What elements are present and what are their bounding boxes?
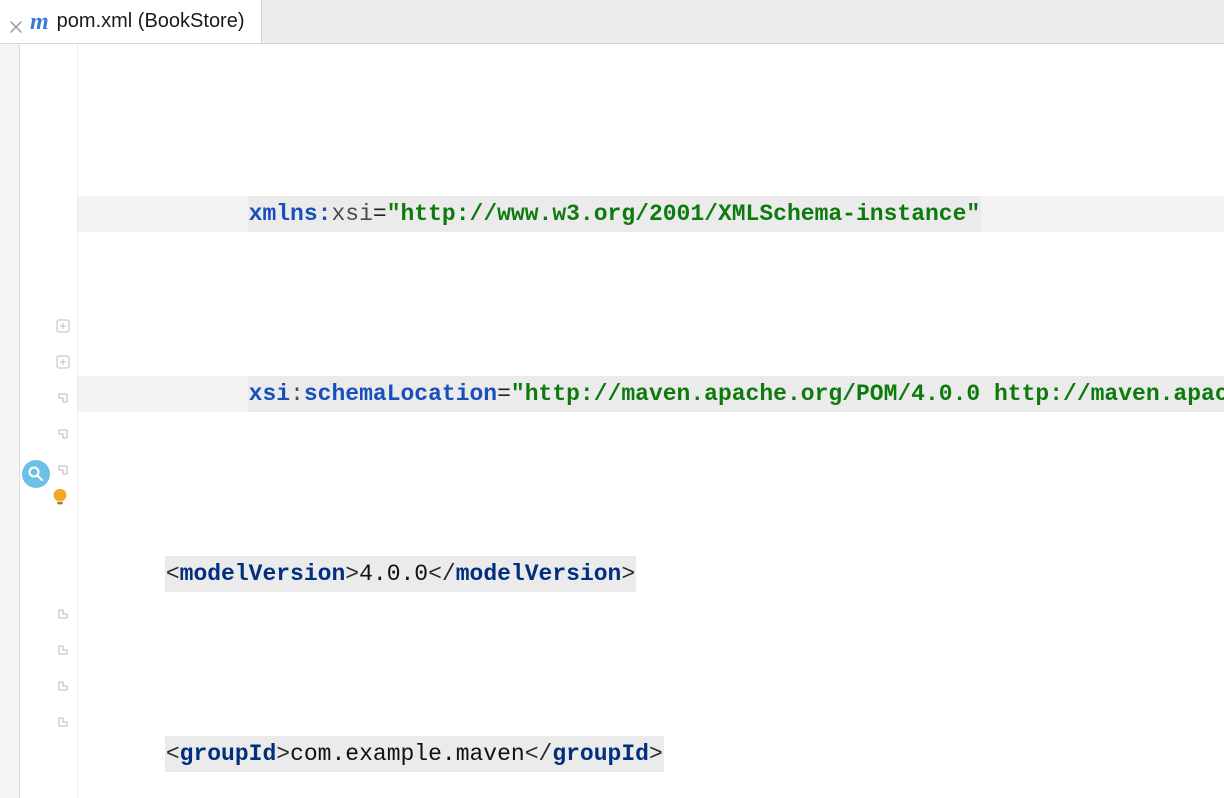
tab-title: pom.xml (BookStore) (57, 10, 245, 33)
run-anything-badge-icon[interactable] (22, 460, 50, 488)
attr: xmlns: (249, 201, 332, 227)
fold-collapse-end-icon[interactable] (55, 606, 71, 622)
fold-collapse-start-icon[interactable] (55, 390, 71, 406)
xml-tag: modelVersion (456, 561, 622, 587)
xml-tag: modelVersion (180, 561, 346, 587)
editor-tab-pom[interactable]: m pom.xml (BookStore) (0, 0, 262, 43)
gutter (20, 44, 78, 798)
fold-collapse-start-icon[interactable] (55, 462, 71, 478)
fold-collapse-end-icon[interactable] (55, 714, 71, 730)
xml-text: 4.0.0 (359, 561, 428, 587)
code-line: ············ xsi:schemaLocation="http://… (78, 376, 1224, 412)
code-editor[interactable]: ············ xmlns:xsi="http://www.w3.or… (0, 44, 1224, 798)
fold-collapse-end-icon[interactable] (55, 642, 71, 658)
code-line: ············ xmlns:xsi="http://www.w3.or… (78, 196, 1224, 232)
fold-collapse-end-icon[interactable] (55, 678, 71, 694)
code-area[interactable]: ············ xmlns:xsi="http://www.w3.or… (78, 44, 1224, 798)
fold-collapse-start-icon[interactable] (55, 426, 71, 442)
attr: xsi (331, 201, 372, 227)
fold-expand-icon[interactable] (55, 318, 71, 334)
code-line: ······ <modelVersion>4.0.0</modelVersion… (78, 556, 1224, 592)
xml-text: com.example.maven (290, 741, 525, 767)
close-icon[interactable] (10, 16, 22, 28)
attr-value: "http://www.w3.org/2001/XMLSchema-instan… (387, 201, 981, 227)
code-line: ······ <groupId>com.example.maven</group… (78, 736, 1224, 772)
left-margin (0, 44, 20, 798)
fold-expand-icon[interactable] (55, 354, 71, 370)
attr-value: "http://maven.apache.org/POM/4.0.0 http:… (511, 381, 1224, 407)
intention-bulb-icon[interactable] (48, 486, 72, 510)
editor-tabbar: m pom.xml (BookStore) (0, 0, 1224, 44)
maven-file-icon: m (30, 10, 49, 34)
xml-tag: groupId (180, 741, 277, 767)
xml-tag: groupId (552, 741, 649, 767)
